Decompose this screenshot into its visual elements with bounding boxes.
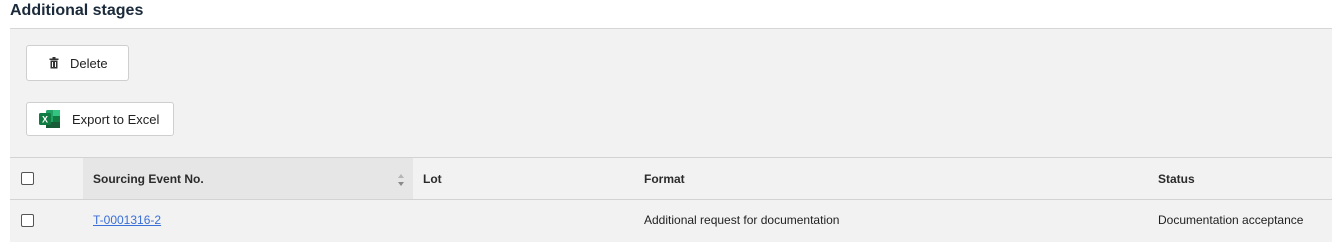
excel-icon: X [39,109,61,129]
delete-button[interactable]: Delete [26,45,129,81]
svg-text:X: X [42,115,48,125]
section-title: Additional stages [10,2,144,19]
delete-button-label: Delete [70,55,108,71]
table-header-row: Sourcing Event No. Lot Format Status [10,158,1332,200]
format-value: Additional request for documentation [644,213,840,227]
select-all-checkbox[interactable] [21,172,34,185]
column-header-label: Format [644,171,685,186]
column-header-sourcing-event-no[interactable]: Sourcing Event No. [83,158,413,199]
cell-status: Documentation acceptance [1158,200,1330,240]
status-value: Documentation acceptance [1158,213,1304,227]
export-to-excel-button[interactable]: X Export to Excel [26,102,174,136]
table-row: T-0001316-2 Additional request for docum… [10,200,1332,240]
sourcing-event-link[interactable]: T-0001316-2 [93,213,161,227]
column-header-label: Sourcing Event No. [93,171,204,186]
column-header-format[interactable]: Format [644,158,1144,199]
column-header-lot[interactable]: Lot [423,158,633,199]
column-header-status[interactable]: Status [1158,158,1328,199]
column-header-label: Status [1158,171,1195,186]
cell-lot [423,200,633,240]
sort-icon[interactable] [397,173,405,187]
select-all-cell [21,158,61,199]
cell-sourcing-event-no: T-0001316-2 [93,200,413,240]
cell-format: Additional request for documentation [644,200,1144,240]
stages-table: Sourcing Event No. Lot Format Status T-0… [10,157,1332,243]
row-checkbox[interactable] [21,213,34,227]
row-select-cell [21,200,61,240]
trash-icon [49,57,59,69]
additional-stages-panel: Delete X Export to Excel Sourcing Event … [10,28,1332,242]
column-header-label: Lot [423,171,442,186]
export-to-excel-label: Export to Excel [72,111,160,127]
